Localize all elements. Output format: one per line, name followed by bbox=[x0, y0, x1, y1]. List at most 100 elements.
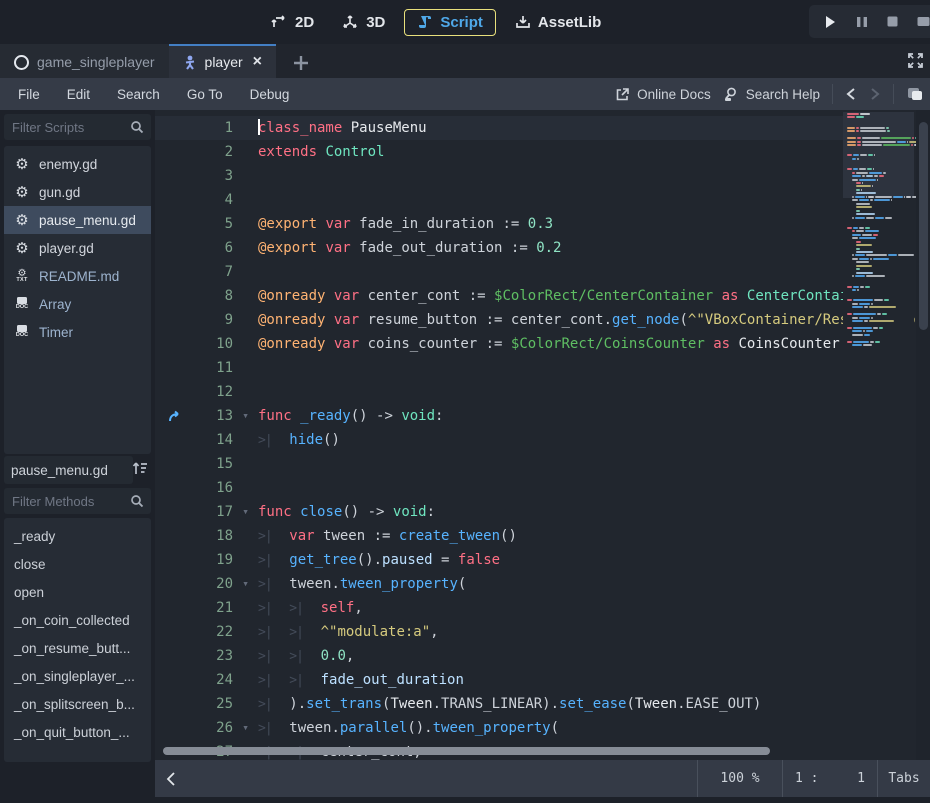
breakpoint-gutter[interactable] bbox=[155, 140, 195, 164]
filter-scripts-input[interactable]: Filter Scripts bbox=[4, 114, 151, 140]
method-list-item[interactable]: _on_quit_button_... bbox=[4, 718, 151, 746]
method-list-item[interactable]: close bbox=[4, 550, 151, 578]
script-list-item[interactable]: ⚙enemy.gd bbox=[4, 150, 151, 178]
method-list-item[interactable]: open bbox=[4, 578, 151, 606]
code-line[interactable]: 26▾>|tween.parallel().tween_property( bbox=[155, 716, 914, 740]
code-line[interactable]: 9@onready var resume_button := center_co… bbox=[155, 308, 914, 332]
code-line[interactable]: 15 bbox=[155, 452, 914, 476]
code-line[interactable]: 22>|>|^"modulate:a", bbox=[155, 620, 914, 644]
collapse-scripts-panel-button[interactable] bbox=[165, 771, 177, 787]
history-back-button[interactable] bbox=[845, 87, 857, 101]
pause-button[interactable] bbox=[856, 16, 868, 28]
mode-assetlib-button[interactable]: AssetLib bbox=[506, 9, 610, 36]
breakpoint-gutter[interactable] bbox=[155, 500, 195, 524]
menu-edit[interactable]: Edit bbox=[67, 87, 90, 102]
code-line[interactable]: 1class_name PauseMenu bbox=[155, 116, 914, 140]
breakpoint-gutter[interactable] bbox=[155, 548, 195, 572]
breakpoint-gutter[interactable] bbox=[155, 284, 195, 308]
history-forward-button[interactable] bbox=[869, 87, 881, 101]
code-line[interactable]: 20▾>|tween.tween_property( bbox=[155, 572, 914, 596]
line-number[interactable]: 5 bbox=[195, 212, 233, 236]
line-number[interactable]: 20 bbox=[195, 572, 233, 596]
method-list-item[interactable]: _on_resume_butt... bbox=[4, 634, 151, 662]
breakpoint-gutter[interactable] bbox=[155, 476, 195, 500]
horizontal-scrollbar-thumb[interactable] bbox=[163, 747, 770, 755]
breakpoint-gutter[interactable] bbox=[155, 716, 195, 740]
breakpoint-gutter[interactable] bbox=[155, 572, 195, 596]
script-list-item[interactable]: DOCArray bbox=[4, 290, 151, 318]
code-line[interactable]: 6@export var fade_out_duration := 0.2 bbox=[155, 236, 914, 260]
zoom-level[interactable]: 100 % bbox=[698, 771, 782, 786]
line-number[interactable]: 14 bbox=[195, 428, 233, 452]
script-list-item[interactable]: DOCTimer bbox=[4, 318, 151, 346]
filter-methods-input[interactable]: Filter Methods bbox=[4, 488, 151, 514]
line-number[interactable]: 11 bbox=[195, 356, 233, 380]
breakpoint-gutter[interactable] bbox=[155, 356, 195, 380]
code-line[interactable]: 25>|).set_trans(Tween.TRANS_LINEAR).set_… bbox=[155, 692, 914, 716]
breakpoint-gutter[interactable] bbox=[155, 644, 195, 668]
method-list-item[interactable]: _ready bbox=[4, 522, 151, 550]
breakpoint-gutter[interactable] bbox=[155, 236, 195, 260]
script-list-item[interactable]: ⚙gun.gd bbox=[4, 178, 151, 206]
code-line[interactable]: 21>|>|self, bbox=[155, 596, 914, 620]
code-line[interactable]: 7 bbox=[155, 260, 914, 284]
line-number[interactable]: 10 bbox=[195, 332, 233, 356]
line-number[interactable]: 13 bbox=[195, 404, 233, 428]
code-editor[interactable]: 1class_name PauseMenu2extends Control345… bbox=[155, 110, 930, 760]
fold-chevron-icon[interactable]: ▾ bbox=[233, 572, 258, 596]
sort-methods-icon[interactable] bbox=[130, 459, 150, 479]
line-number[interactable]: 9 bbox=[195, 308, 233, 332]
new-scene-tab-button[interactable] bbox=[292, 54, 310, 72]
code-line[interactable]: 19>|get_tree().paused = false bbox=[155, 548, 914, 572]
line-number[interactable]: 26 bbox=[195, 716, 233, 740]
code-line[interactable]: 8@onready var center_cont := $ColorRect/… bbox=[155, 284, 914, 308]
menu-search[interactable]: Search bbox=[117, 87, 160, 102]
scene-tab-game_singleplayer[interactable]: game_singleplayer bbox=[0, 44, 169, 78]
code-line[interactable]: 17▾func close() -> void: bbox=[155, 500, 914, 524]
method-list-item[interactable]: _on_singleplayer_... bbox=[4, 662, 151, 690]
line-number[interactable]: 25 bbox=[195, 692, 233, 716]
script-list-item[interactable]: ⚙pause_menu.gd bbox=[4, 206, 151, 234]
line-number[interactable]: 16 bbox=[195, 476, 233, 500]
fold-chevron-icon[interactable]: ▾ bbox=[233, 500, 258, 524]
line-number[interactable]: 2 bbox=[195, 140, 233, 164]
line-number[interactable]: 24 bbox=[195, 668, 233, 692]
minimap[interactable] bbox=[843, 110, 914, 760]
breakpoint-gutter[interactable] bbox=[155, 524, 195, 548]
breakpoint-gutter[interactable] bbox=[155, 692, 195, 716]
stop-button[interactable] bbox=[887, 16, 898, 27]
breakpoint-gutter[interactable] bbox=[155, 452, 195, 476]
mode-2d-button[interactable]: 2D bbox=[262, 9, 323, 36]
line-number[interactable]: 23 bbox=[195, 644, 233, 668]
scene-tab-player[interactable]: player× bbox=[169, 44, 276, 78]
line-number[interactable]: 7 bbox=[195, 260, 233, 284]
code-line[interactable]: 24>|>|fade_out_duration bbox=[155, 668, 914, 692]
vertical-scrollbar-thumb[interactable] bbox=[919, 122, 928, 330]
line-number[interactable]: 1 bbox=[195, 116, 233, 140]
line-number[interactable]: 21 bbox=[195, 596, 233, 620]
script-list-item[interactable]: ⚙player.gd bbox=[4, 234, 151, 262]
distraction-free-icon[interactable] bbox=[907, 52, 924, 69]
line-number[interactable]: 3 bbox=[195, 164, 233, 188]
panel-layout-icon[interactable] bbox=[906, 86, 924, 102]
menu-file[interactable]: File bbox=[18, 87, 40, 102]
code-line[interactable]: 5@export var fade_in_duration := 0.3 bbox=[155, 212, 914, 236]
line-number[interactable]: 19 bbox=[195, 548, 233, 572]
breakpoint-gutter[interactable] bbox=[155, 116, 195, 140]
fold-chevron-icon[interactable]: ▾ bbox=[233, 404, 258, 428]
play-button[interactable] bbox=[823, 15, 837, 29]
line-number[interactable]: 12 bbox=[195, 380, 233, 404]
code-line[interactable]: 10@onready var coins_counter := $ColorRe… bbox=[155, 332, 914, 356]
line-number[interactable]: 22 bbox=[195, 620, 233, 644]
movie-maker-button[interactable] bbox=[917, 15, 930, 28]
method-list-item[interactable]: _on_splitscreen_b... bbox=[4, 690, 151, 718]
code-line[interactable]: 11 bbox=[155, 356, 914, 380]
breakpoint-gutter[interactable] bbox=[155, 164, 195, 188]
search-help-button[interactable]: Search Help bbox=[723, 86, 820, 102]
breakpoint-gutter[interactable] bbox=[155, 380, 195, 404]
online-docs-button[interactable]: Online Docs bbox=[615, 87, 711, 102]
override-method-icon[interactable] bbox=[155, 404, 195, 428]
code-line[interactable]: 4 bbox=[155, 188, 914, 212]
mode-script-button[interactable]: Script bbox=[404, 9, 496, 36]
indent-mode[interactable]: Tabs bbox=[878, 771, 930, 786]
